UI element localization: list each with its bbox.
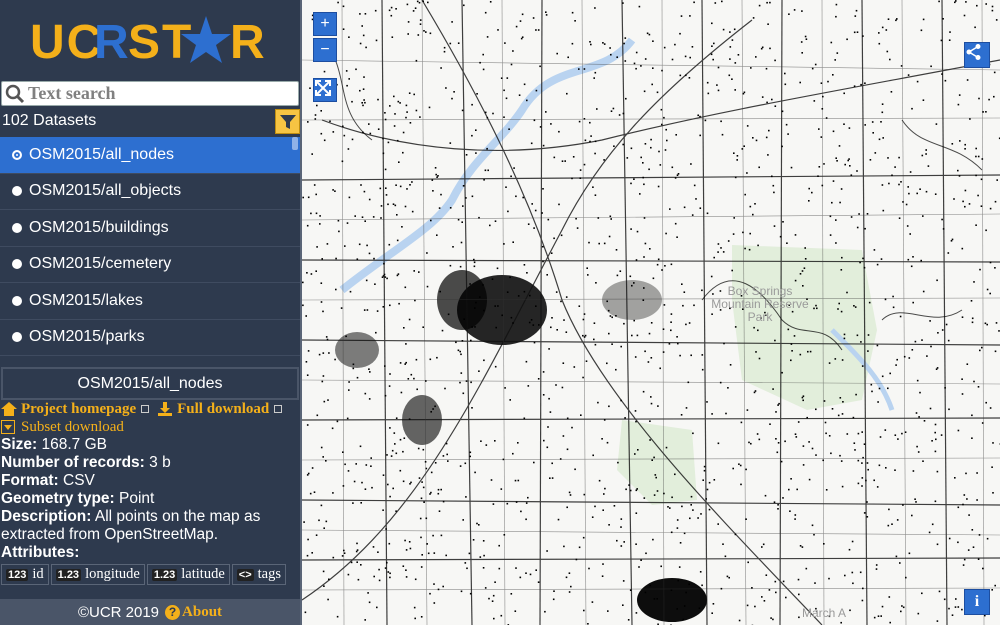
expand-icon bbox=[315, 80, 331, 96]
attribute-name: latitude bbox=[181, 566, 225, 582]
records-label: Number of records: bbox=[1, 454, 145, 471]
sidebar: UC R ST R 102 Datasets OSM2015/all_nodes… bbox=[0, 0, 302, 625]
map-place-label: Box Springs Mountain Reserve Park bbox=[711, 284, 809, 324]
attribute-tag[interactable]: <> tags bbox=[231, 564, 286, 585]
svg-text:R: R bbox=[230, 16, 265, 66]
info-icon: i bbox=[974, 593, 980, 610]
external-link-icon bbox=[274, 405, 283, 413]
share-icon bbox=[966, 44, 981, 60]
dataset-item[interactable]: OSM2015/cemetery bbox=[0, 247, 300, 283]
filter-button[interactable] bbox=[275, 109, 300, 134]
attribute-list: 123 id 1.23 longitude 1.23 latitude <> tags bbox=[0, 564, 300, 585]
radio-icon bbox=[12, 295, 22, 306]
geometry-label: Geometry type: bbox=[1, 490, 115, 507]
format-label: Format: bbox=[1, 472, 59, 489]
search-input[interactable] bbox=[28, 83, 288, 104]
info-button[interactable]: i bbox=[964, 589, 990, 615]
fullscreen-button[interactable] bbox=[313, 78, 337, 102]
radio-icon bbox=[12, 149, 22, 160]
search-icon bbox=[5, 84, 25, 104]
dataset-item[interactable]: OSM2015/lakes bbox=[0, 283, 300, 320]
radio-icon bbox=[12, 259, 22, 270]
footer: ©UCR 2019 ? About bbox=[0, 599, 300, 625]
format-value: CSV bbox=[63, 472, 95, 489]
size-label: Size: bbox=[1, 436, 38, 453]
map-view[interactable]: + − i Box Springs Mountain Reserve Park … bbox=[302, 0, 1000, 625]
external-link-icon bbox=[141, 405, 150, 413]
full-download-link[interactable]: Full download bbox=[177, 401, 269, 418]
project-homepage-link[interactable]: Project homepage bbox=[21, 401, 136, 418]
map-canvas bbox=[302, 0, 1000, 625]
decimal-type-icon: 1.23 bbox=[151, 568, 178, 581]
question-icon: ? bbox=[165, 604, 181, 620]
about-link[interactable]: ? About bbox=[165, 604, 222, 621]
list-scrollbar[interactable] bbox=[292, 137, 298, 150]
zoom-in-button[interactable]: + bbox=[313, 12, 337, 36]
dataset-label: OSM2015/all_objects bbox=[29, 182, 182, 200]
zoom-out-button[interactable]: − bbox=[313, 38, 337, 62]
map-place-label: March A bbox=[802, 606, 847, 620]
search-box[interactable] bbox=[1, 81, 299, 106]
radio-icon bbox=[12, 332, 22, 343]
attribute-name: id bbox=[32, 566, 44, 582]
download-icon bbox=[157, 402, 173, 416]
dataset-list: OSM2015/all_nodes OSM2015/all_objects OS… bbox=[0, 137, 300, 359]
radio-icon bbox=[12, 186, 22, 197]
integer-type-icon: 123 bbox=[6, 568, 29, 581]
size-value: 168.7 GB bbox=[41, 436, 108, 453]
svg-text:UC: UC bbox=[30, 16, 103, 66]
attribute-tag[interactable]: 1.23 latitude bbox=[146, 564, 230, 585]
dataset-item[interactable]: OSM2015/parks bbox=[0, 320, 300, 356]
svg-text:R: R bbox=[94, 16, 129, 66]
ucrstar-logo[interactable]: UC R ST R bbox=[0, 0, 300, 80]
dataset-label: OSM2015/parks bbox=[29, 328, 145, 346]
dataset-item[interactable]: OSM2015/buildings bbox=[0, 210, 300, 247]
home-icon bbox=[1, 402, 17, 416]
svg-text:ST: ST bbox=[128, 16, 193, 66]
details-title: OSM2015/all_nodes bbox=[1, 367, 299, 400]
share-button[interactable] bbox=[964, 42, 990, 68]
dataset-item[interactable]: OSM2015/all_nodes bbox=[0, 137, 300, 174]
code-type-icon: <> bbox=[236, 568, 254, 581]
about-label: About bbox=[182, 603, 223, 620]
geometry-value: Point bbox=[119, 490, 155, 507]
records-value: 3 b bbox=[149, 454, 171, 471]
filter-icon bbox=[279, 114, 296, 129]
dataset-label: OSM2015/cemetery bbox=[29, 255, 172, 273]
dataset-details: OSM2015/all_nodes Project homepage Full … bbox=[0, 367, 300, 599]
attribute-name: tags bbox=[257, 566, 281, 582]
dataset-label: OSM2015/buildings bbox=[29, 218, 169, 236]
caret-down-square-icon bbox=[1, 420, 17, 434]
attribute-tag[interactable]: 123 id bbox=[1, 564, 49, 585]
dataset-item[interactable]: OSM2015/all_objects bbox=[0, 174, 300, 210]
subset-download-link[interactable]: Subset download bbox=[21, 419, 124, 436]
attributes-label: Attributes: bbox=[1, 544, 80, 561]
attribute-name: longitude bbox=[85, 566, 140, 582]
decimal-type-icon: 1.23 bbox=[55, 568, 82, 581]
copyright-text: ©UCR 2019 bbox=[77, 603, 160, 621]
dataset-count: 102 Datasets bbox=[2, 112, 97, 129]
radio-icon bbox=[12, 222, 22, 233]
description-label: Description: bbox=[1, 508, 92, 525]
dataset-label: OSM2015/all_nodes bbox=[29, 145, 174, 163]
dataset-label: OSM2015/lakes bbox=[29, 291, 143, 309]
attribute-tag[interactable]: 1.23 longitude bbox=[50, 564, 145, 585]
